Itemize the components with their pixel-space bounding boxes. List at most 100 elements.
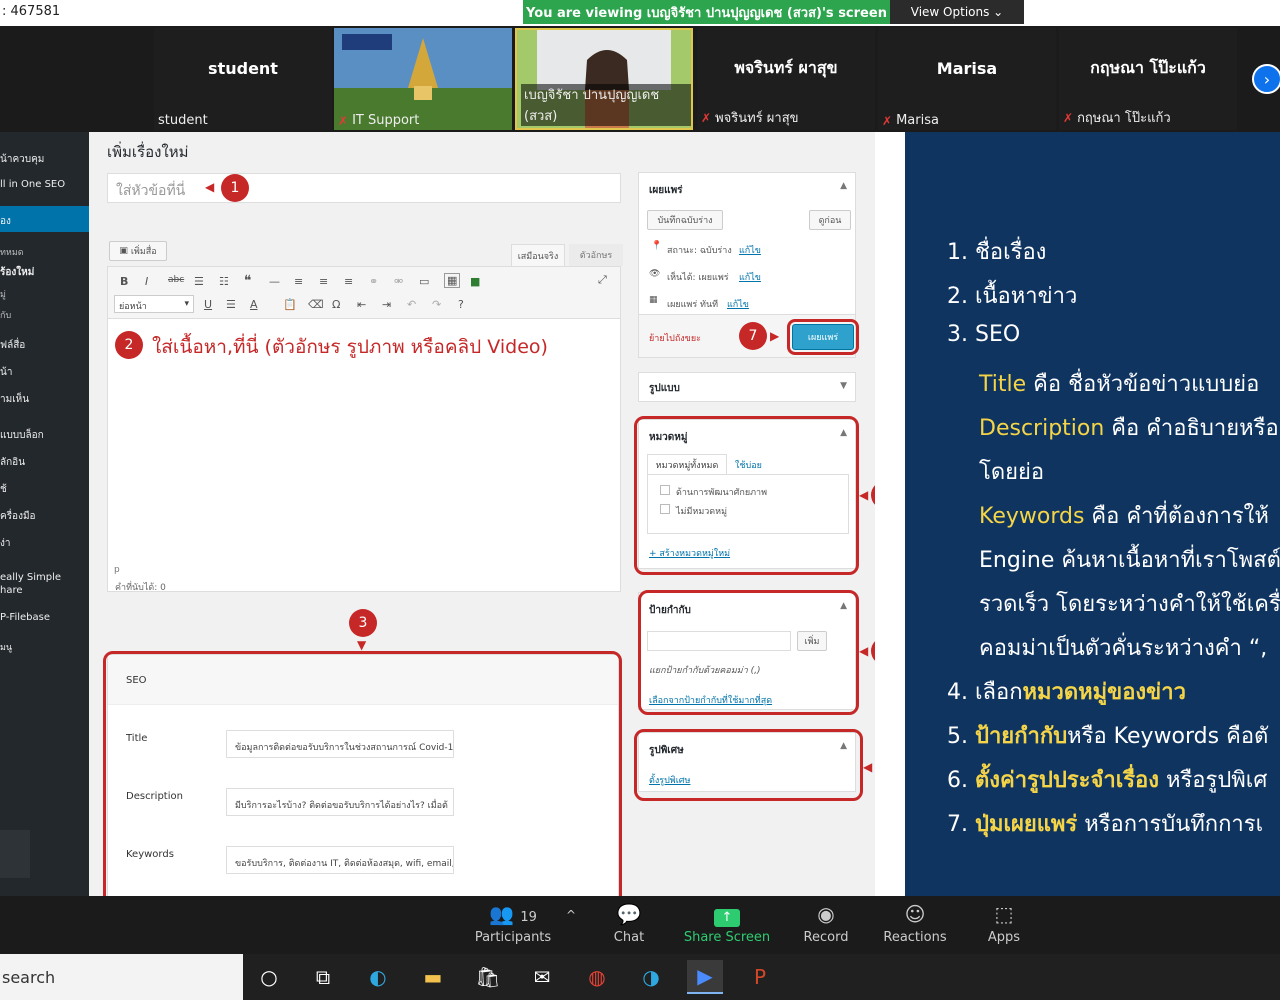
help-icon[interactable]: ? (458, 298, 464, 311)
publish-button[interactable]: เผยแพร่ (792, 324, 854, 350)
redo-icon[interactable]: ↷ (432, 298, 441, 311)
sidebar-item[interactable]: น้าควบคุม (0, 152, 44, 167)
format-select[interactable]: ย่อหน้า ▾ (114, 295, 194, 313)
toolbar-toggle-icon[interactable]: ▦ (444, 273, 461, 288)
edge-icon[interactable]: ◐ (360, 960, 396, 994)
edit-visibility-link[interactable]: แก้ไข (739, 270, 761, 284)
participant-tile-student[interactable]: student student (154, 28, 332, 130)
record-button[interactable]: ◉ Record (781, 902, 871, 945)
participant-tile-kritsana[interactable]: กฤษณา โป๊ะแก้ว ✗ กฤษณา โป๊ะแก้ว (1059, 28, 1237, 130)
collapse-menu-area[interactable] (0, 830, 30, 878)
sidebar-item[interactable]: แบบบล็อก (0, 428, 44, 443)
file-explorer-icon[interactable]: ▬ (415, 960, 451, 994)
format-box[interactable]: รูปแบบ ▼ (638, 372, 856, 402)
wp-editor-area: เพิ่มเรื่องใหม่ ใส่หัวข้อที่นี่ ▣ เพิ่มสื… (89, 132, 903, 896)
justify-icon[interactable]: ☰ (226, 298, 236, 311)
powerpoint-icon[interactable]: P (742, 960, 778, 994)
share-screen-icon: ↑ (682, 902, 772, 927)
add-media-button[interactable]: ▣ เพิ่มสื่อ (109, 241, 167, 261)
indent-icon[interactable]: ⇥ (382, 298, 391, 311)
participants-chevron-up-icon[interactable]: ^ (566, 908, 576, 922)
edit-schedule-link[interactable]: แก้ไข (727, 297, 749, 311)
read-more-icon[interactable]: ▭ (419, 275, 429, 288)
visibility-label: เห็นได้: เผยแพร่ (667, 273, 729, 283)
italic-icon[interactable]: I (145, 275, 148, 288)
undo-icon[interactable]: ↶ (407, 298, 416, 311)
sidebar-item-posts[interactable]: อง (0, 206, 89, 232)
chat-button[interactable]: 💬 Chat (584, 902, 674, 945)
category-highlight-frame (634, 416, 859, 575)
task-view-icon[interactable]: ⧉ (305, 960, 341, 994)
sidebar-item[interactable]: hare (0, 585, 23, 596)
plugin-icon[interactable]: ■ (470, 275, 480, 288)
unlink-icon[interactable]: ⚮ (394, 275, 403, 288)
annotation-badge: 1 (221, 174, 249, 202)
view-options-button[interactable]: View Options ⌄ (890, 0, 1024, 24)
mail-icon[interactable]: ✉ (524, 960, 560, 994)
slide-line-title: Title คือ ชื่อหัวข้อข่าวแบบย่อ (979, 372, 1260, 397)
align-center-icon[interactable]: ≡ (319, 275, 328, 288)
paste-text-icon[interactable]: 📋 (283, 298, 297, 311)
tab-visual[interactable]: เสมือนจริง (511, 244, 565, 266)
post-title-input[interactable]: ใส่หัวข้อที่นี่ (107, 173, 621, 203)
numbered-list-icon[interactable]: ☷ (219, 275, 229, 288)
chrome-icon[interactable]: ◍ (579, 960, 615, 994)
bold-icon[interactable]: B (120, 275, 128, 288)
horizontal-line-icon[interactable]: — (269, 275, 280, 288)
sidebar-subitem-add-new[interactable]: ร้องใหม่ (0, 265, 34, 280)
sidebar-item[interactable]: มนู (0, 640, 12, 654)
share-screen-button[interactable]: ↑ Share Screen (682, 902, 772, 945)
participants-button[interactable]: 👥 19 Participants (468, 902, 558, 945)
strikethrough-icon[interactable]: abc (168, 275, 184, 285)
edge-icon[interactable]: ◑ (633, 960, 669, 994)
sidebar-item[interactable]: eally Simple (0, 572, 61, 583)
participant-tile-pacharin[interactable]: พจรินทร์ ผาสุข ✗ พจรินทร์ ผาสุข (697, 28, 875, 130)
store-icon[interactable]: 🛍 (470, 960, 506, 994)
sidebar-item[interactable]: น้า (0, 365, 12, 380)
sidebar-subitem[interactable]: มู่ (0, 287, 6, 301)
align-right-icon[interactable]: ≡ (344, 275, 353, 288)
schedule-label: เผยแพร่ ทันที (667, 300, 719, 310)
participant-tile-marisa[interactable]: Marisa ✗ Marisa (878, 28, 1056, 130)
taskbar-search-input[interactable]: search (0, 954, 243, 1000)
align-left-icon[interactable]: ≡ (294, 275, 303, 288)
outdent-icon[interactable]: ⇤ (357, 298, 366, 311)
cortana-icon[interactable]: ○ (251, 960, 287, 994)
sidebar-item[interactable]: ช้ (0, 482, 7, 497)
sidebar-item[interactable]: P-Filebase (0, 612, 50, 623)
fullscreen-icon[interactable]: ⤢ (598, 273, 607, 287)
clear-format-icon[interactable]: ⌫ (308, 298, 324, 311)
next-page-arrow-icon[interactable]: › (1252, 64, 1280, 94)
text-color-icon[interactable]: A (250, 298, 258, 311)
zoom-app-icon[interactable]: ▶ (687, 960, 723, 994)
sidebar-item[interactable]: ครื่องมือ (0, 509, 36, 524)
participant-tile-active-speaker[interactable]: เบญจิรัชา ปานปุญญเดช (สวส) (515, 28, 693, 130)
preview-button[interactable]: ดูก่อน (809, 210, 851, 230)
status-label: สถานะ: ฉบับร่าง (667, 246, 732, 256)
edit-status-link[interactable]: แก้ไข (739, 243, 761, 257)
apps-button[interactable]: ⬚ Apps (959, 902, 1049, 945)
sidebar-item[interactable]: ามเห็น (0, 392, 29, 407)
link-icon[interactable]: ⚭ (369, 275, 378, 288)
calendar-icon: ▦ (649, 295, 658, 305)
save-draft-button[interactable]: บันทึกฉบับร่าง (647, 210, 723, 230)
reactions-button[interactable]: ☺ Reactions (870, 902, 960, 945)
move-to-trash-link[interactable]: ย้ายไปถังขยะ (649, 331, 701, 345)
eye-icon: 👁 (649, 269, 661, 279)
bullet-list-icon[interactable]: ☰ (194, 275, 204, 288)
sidebar-item[interactable]: ลักอิน (0, 455, 25, 470)
special-char-icon[interactable]: Ω (332, 298, 340, 311)
sidebar-subitem[interactable]: กับ (0, 308, 11, 322)
page-title: เพิ่มเรื่องใหม่ (107, 143, 189, 161)
blockquote-icon[interactable]: ❝ (244, 273, 252, 289)
sidebar-subitem[interactable]: ทหมด (0, 245, 24, 259)
participant-tile-it-support[interactable]: ✗ IT Support (334, 28, 512, 130)
sidebar-item[interactable]: ฟล์สื่อ (0, 338, 25, 353)
expand-icon[interactable]: ▼ (840, 381, 847, 391)
sidebar-item[interactable]: ง่า (0, 536, 11, 551)
tab-text[interactable]: ตัวอักษร (569, 244, 623, 266)
underline-icon[interactable]: U (204, 298, 212, 311)
sidebar-item[interactable]: ll in One SEO (0, 179, 65, 190)
content-editor[interactable]: B I abc ☰ ☷ ❝ — ≡ ≡ ≡ ⚭ ⚮ ▭ ▦ ■ ⤢ ย่อหน้… (107, 266, 621, 592)
collapse-icon[interactable]: ▲ (840, 181, 847, 191)
